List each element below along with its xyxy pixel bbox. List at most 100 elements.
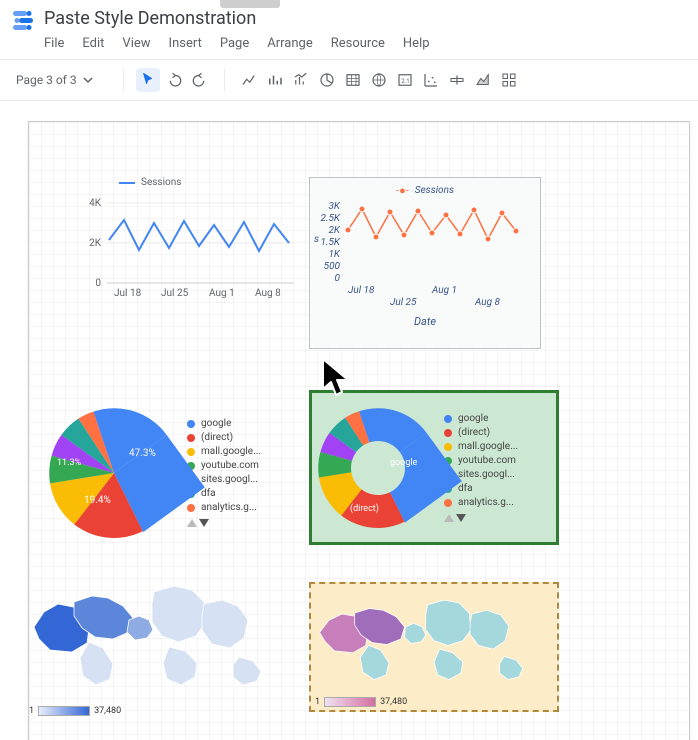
svg-text:3K: 3K	[328, 201, 340, 212]
combo-chart-button[interactable]	[289, 68, 313, 92]
gradient-bar-icon	[38, 706, 90, 716]
undo-icon	[165, 71, 183, 89]
donut-slice-label: (direct)	[350, 504, 379, 514]
legend-pager[interactable]	[187, 519, 261, 527]
svg-text:4K: 4K	[89, 198, 102, 209]
table-button[interactable]	[341, 68, 365, 92]
globe-icon	[370, 71, 388, 89]
pivot-icon	[500, 71, 518, 89]
svg-text:Aug 8: Aug 8	[255, 288, 281, 298]
svg-text:Aug 8: Aug 8	[474, 297, 501, 308]
svg-text:2K: 2K	[89, 238, 102, 249]
chart-geo-map-blue[interactable]: 1 37,480	[29, 572, 289, 722]
chevron-down-icon	[83, 77, 93, 83]
svg-text:500: 500	[324, 261, 341, 272]
svg-text:Aug 1: Aug 1	[431, 285, 457, 296]
donut-slice-label: google	[390, 458, 417, 468]
select-tool-button[interactable]	[136, 68, 160, 92]
line-chart-icon	[240, 71, 258, 89]
menu-file[interactable]: File	[44, 36, 64, 51]
svg-text:1.5K: 1.5K	[320, 237, 340, 248]
svg-text:0: 0	[335, 273, 341, 284]
page-selector-label: Page 3 of 3	[16, 73, 77, 87]
menu-edit[interactable]: Edit	[82, 36, 104, 51]
document-title[interactable]: Paste Style Demonstration	[44, 6, 688, 30]
header: Paste Style Demonstration File Edit View…	[0, 0, 698, 59]
world-map-svg	[315, 588, 555, 688]
bar-chart-button[interactable]	[263, 68, 287, 92]
svg-text:0: 0	[95, 278, 101, 289]
svg-text:s: s	[314, 234, 319, 245]
bullet-chart-button[interactable]	[445, 68, 469, 92]
svg-text:Jul 18: Jul 18	[348, 285, 375, 296]
chart-svg: 3K 2.5K 2K 1.5K 1K 500 0 s Jul 18 Jul 25	[310, 197, 530, 315]
map-scale: 1 37,480	[315, 697, 553, 707]
redo-button[interactable]	[188, 68, 212, 92]
menu-page[interactable]: Page	[220, 36, 249, 51]
pie-slice-label: 19.4%	[84, 495, 111, 506]
area-chart-button[interactable]	[471, 68, 495, 92]
datastudio-logo-svg	[11, 7, 35, 31]
svg-text:2.5K: 2.5K	[320, 213, 340, 224]
page-canvas[interactable]: Sessions 4K 2K 0 Jul 18 Jul 25 Aug 1 Aug…	[28, 121, 690, 740]
datastudio-logo-icon	[10, 6, 36, 32]
table-icon	[344, 71, 362, 89]
scatter-icon	[422, 71, 440, 89]
menu-resource[interactable]: Resource	[331, 36, 385, 51]
legend-sessions-blue: Sessions	[119, 177, 299, 188]
chart-sources-pie[interactable]: 47.3% 19.4% 11.3% google (direct) mall.g…	[49, 390, 309, 555]
chart-geo-map-pink[interactable]: 1 37,480	[309, 582, 559, 712]
scatter-chart-button[interactable]	[419, 68, 443, 92]
svg-text:Jul 18: Jul 18	[114, 288, 142, 298]
svg-text:Aug 1: Aug 1	[209, 288, 235, 298]
line-chart-button[interactable]	[237, 68, 261, 92]
page-selector[interactable]: Page 3 of 3	[10, 71, 99, 89]
map-scale: 1 37,480	[29, 706, 289, 716]
scale-min: 1	[29, 706, 34, 716]
chart-sessions-orange[interactable]: -●- Sessions 3K 2.5K 2K 1.5K 1K 500 0 s	[309, 177, 541, 349]
svg-text:1K: 1K	[328, 249, 340, 260]
world-map-svg	[29, 572, 289, 697]
pie-chart-icon	[318, 71, 336, 89]
svg-text:Jul 25: Jul 25	[390, 297, 417, 308]
scorecard-button[interactable]: 2.1	[393, 68, 417, 92]
bullet-icon	[448, 71, 466, 89]
geo-chart-button[interactable]	[367, 68, 391, 92]
legend-pager[interactable]	[444, 514, 518, 522]
dragged-tab-shadow	[220, 0, 280, 8]
toolbar-separator	[123, 69, 124, 91]
undo-button[interactable]	[162, 68, 186, 92]
toolbar-separator	[224, 69, 225, 91]
pointer-icon	[139, 71, 157, 89]
menu-view[interactable]: View	[122, 36, 150, 51]
legend-label: Sessions	[141, 177, 181, 188]
svg-text:Jul 25: Jul 25	[161, 288, 189, 298]
pivot-table-button[interactable]	[497, 68, 521, 92]
toolbar: Page 3 of 3 2.1	[0, 59, 698, 101]
scorecard-icon: 2.1	[396, 71, 414, 89]
area-chart-icon	[474, 71, 492, 89]
menu-insert[interactable]: Insert	[169, 36, 202, 51]
svg-text:2.1: 2.1	[401, 78, 409, 85]
pie-legend: google (direct) mall.google... youtube.c…	[187, 418, 261, 527]
scale-max: 37,480	[94, 706, 121, 716]
chart-svg: 4K 2K 0 Jul 18 Jul 25 Aug 1 Aug 8	[79, 188, 299, 298]
canvas-scroll[interactable]: Sessions 4K 2K 0 Jul 18 Jul 25 Aug 1 Aug…	[0, 101, 698, 740]
menu-bar: File Edit View Insert Page Arrange Resou…	[44, 30, 688, 59]
donut-legend: google (direct) mall.google... youtube.c…	[444, 413, 518, 522]
donut-svg	[294, 384, 462, 552]
pie-slice-label: 11.3%	[57, 458, 81, 468]
x-axis-title: Date	[310, 315, 540, 328]
menu-arrange[interactable]: Arrange	[267, 36, 312, 51]
combo-chart-icon	[292, 71, 310, 89]
menu-help[interactable]: Help	[403, 36, 430, 51]
legend-label: Sessions	[415, 185, 454, 196]
chart-sessions-blue[interactable]: Sessions 4K 2K 0 Jul 18 Jul 25 Aug 1 Aug…	[79, 177, 299, 327]
legend-sessions-orange: -●- Sessions	[310, 184, 540, 197]
chart-sources-donut[interactable]: google (direct) google (direct) mall.goo…	[309, 390, 559, 545]
scale-max: 37,480	[380, 697, 407, 707]
pie-chart-button[interactable]	[315, 68, 339, 92]
bar-chart-icon	[266, 71, 284, 89]
svg-text:2K: 2K	[328, 225, 340, 236]
redo-icon	[191, 71, 209, 89]
